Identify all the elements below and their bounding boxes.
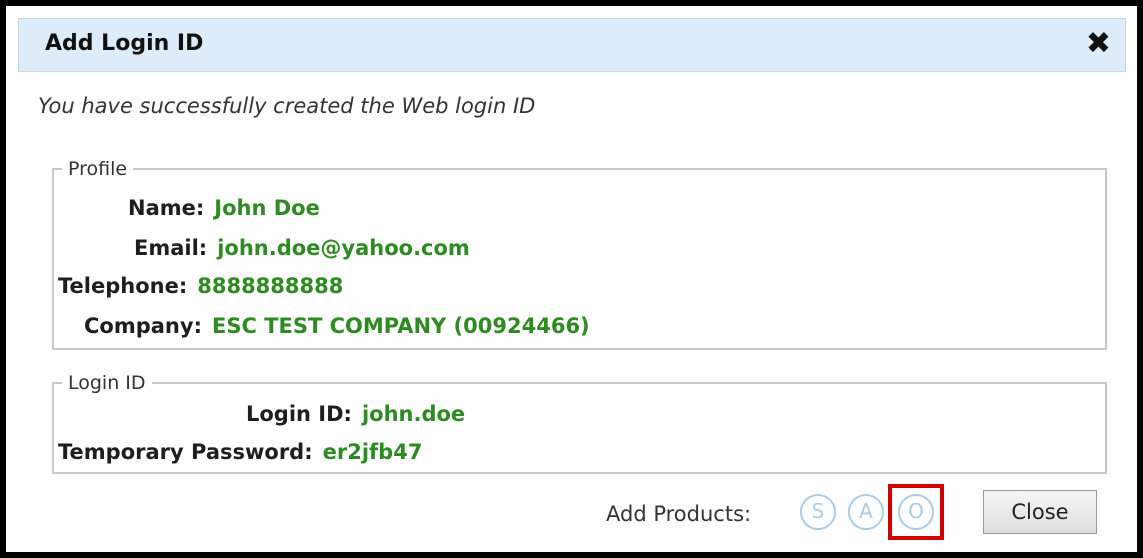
telephone-label: Telephone: bbox=[58, 274, 188, 298]
temporary-password-label: Temporary Password: bbox=[58, 440, 313, 464]
email-label: Email: bbox=[134, 236, 208, 260]
login-id-row: Login ID: john.doe bbox=[246, 402, 465, 426]
temporary-password-row: Temporary Password: er2jfb47 bbox=[58, 440, 422, 464]
company-value: ESC TEST COMPANY (00924466) bbox=[211, 314, 590, 338]
product-s-icon[interactable]: S bbox=[800, 494, 836, 530]
profile-company-row: Company: ESC TEST COMPANY (00924466) bbox=[84, 314, 590, 338]
highlight-box bbox=[888, 484, 944, 540]
login-id-legend: Login ID bbox=[68, 372, 146, 394]
close-icon[interactable]: ✖ bbox=[1086, 25, 1111, 63]
telephone-value: 8888888888 bbox=[197, 274, 344, 298]
profile-telephone-row: Telephone: 8888888888 bbox=[58, 274, 343, 298]
email-value: john.doe@yahoo.com bbox=[217, 236, 470, 260]
name-label: Name: bbox=[128, 196, 205, 220]
profile-legend: Profile bbox=[68, 158, 128, 180]
name-value: John Doe bbox=[214, 196, 320, 220]
login-id-value: john.doe bbox=[361, 402, 466, 426]
dialog-title-bar: Add Login ID ✖ bbox=[18, 18, 1126, 72]
close-button[interactable]: Close bbox=[983, 490, 1097, 534]
temporary-password-value: er2jfb47 bbox=[322, 440, 423, 464]
success-message: You have successfully created the Web lo… bbox=[38, 94, 536, 118]
profile-email-row: Email: john.doe@yahoo.com bbox=[134, 236, 470, 260]
dialog-title: Add Login ID bbox=[45, 31, 204, 56]
company-label: Company: bbox=[84, 314, 202, 338]
add-login-id-dialog: Add Login ID ✖ You have successfully cre… bbox=[0, 0, 1143, 558]
login-id-label: Login ID: bbox=[246, 402, 352, 426]
profile-name-row: Name: John Doe bbox=[128, 196, 320, 220]
product-a-icon[interactable]: A bbox=[848, 494, 884, 530]
add-products-label: Add Products: bbox=[606, 502, 752, 526]
